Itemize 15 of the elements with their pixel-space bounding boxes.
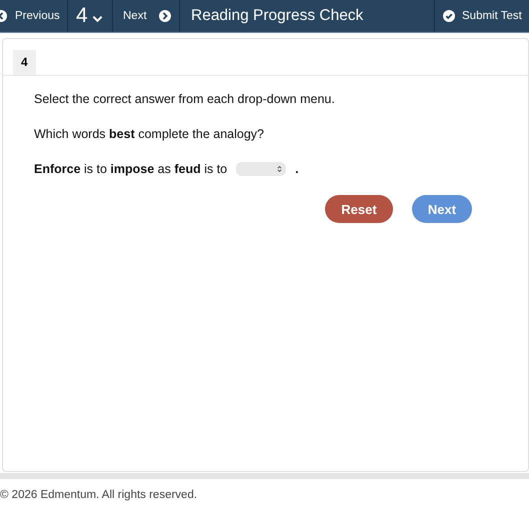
answer-dropdown[interactable] [236, 162, 286, 176]
question-text: Which words best complete the analogy? [34, 127, 265, 141]
submit-test-button[interactable]: Submit Test [435, 0, 529, 32]
next-button[interactable]: Next [113, 0, 180, 32]
copyright-text: © 2026 Edmentum. All rights reserved. [0, 489, 198, 501]
period-text: . [295, 162, 299, 176]
previous-button[interactable]: Previous [0, 0, 68, 32]
check-circle-icon [443, 10, 455, 22]
question-number-dropdown[interactable]: 4 [68, 0, 113, 32]
caret-icon [92, 15, 103, 23]
instruction-text: Select the correct answer from each drop-down menu. [34, 92, 336, 106]
test-title: Reading Progress Check [180, 0, 435, 32]
analogy-text: Enforce is to impose as feud is to [34, 162, 228, 176]
up-down-icon [277, 165, 282, 173]
reset-button[interactable]: Reset [325, 195, 393, 223]
